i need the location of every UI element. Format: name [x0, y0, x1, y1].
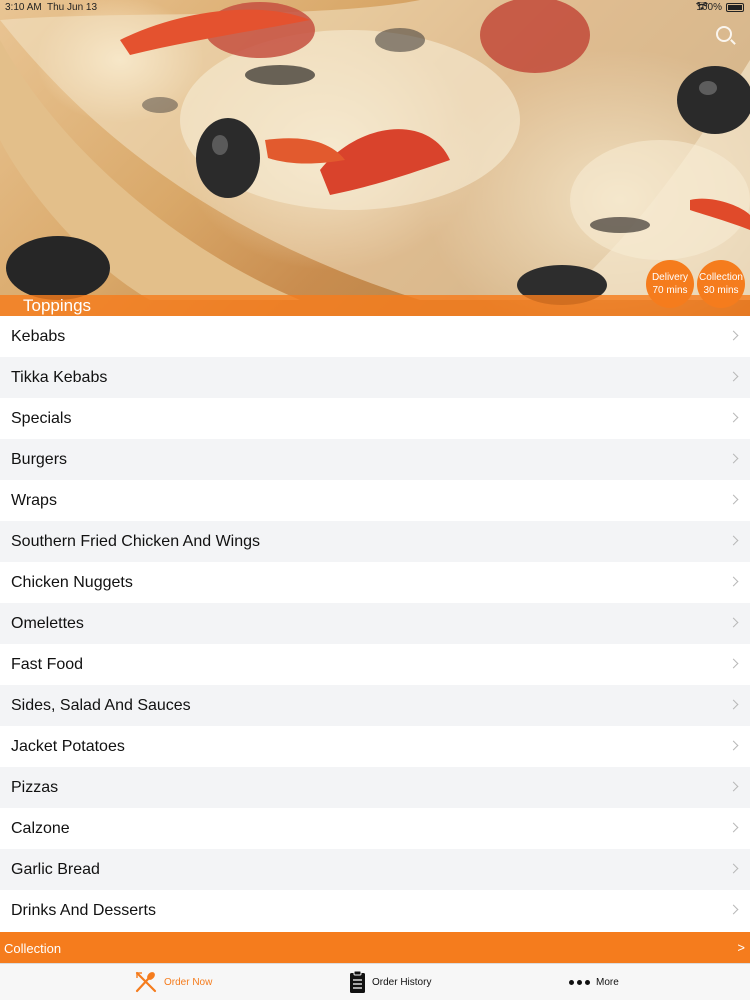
menu-item-tikka-kebabs[interactable]: Tikka Kebabs: [0, 357, 750, 398]
menu-item-omelettes[interactable]: Omelettes: [0, 603, 750, 644]
section-title: Toppings: [23, 296, 92, 315]
chevron-right-icon: [728, 453, 739, 464]
menu-item-label: Garlic Bread: [11, 860, 100, 878]
pizza-image: [0, 0, 750, 305]
battery-icon: [726, 3, 744, 12]
tab-more[interactable]: More: [569, 964, 619, 1000]
menu-item-label: Tikka Kebabs: [11, 368, 108, 386]
menu-item-label: Jacket Potatoes: [11, 737, 125, 755]
tab-bar: Order Now Order History More: [0, 963, 750, 1000]
wifi-icon: [696, 2, 709, 10]
chevron-right-icon: >: [737, 940, 745, 955]
menu-item-calzone[interactable]: Calzone: [0, 808, 750, 849]
clipboard-icon: [350, 970, 365, 993]
menu-item-label: Burgers: [11, 450, 68, 468]
menu-item-label: Calzone: [11, 819, 70, 837]
tab-label: Order Now: [164, 976, 213, 988]
menu-item-pizzas[interactable]: Pizzas: [0, 767, 750, 808]
chevron-right-icon: [728, 617, 739, 628]
menu-item-label: Pizzas: [11, 778, 59, 796]
menu-item-label: Kebabs: [11, 327, 66, 345]
chevron-right-icon: [728, 863, 739, 874]
menu-item-fast-food[interactable]: Fast Food: [0, 644, 750, 685]
menu-item-label: Drinks And Desserts: [11, 901, 156, 919]
chevron-right-icon: [728, 904, 739, 915]
menu-item-label: Specials: [11, 409, 72, 427]
menu-item-specials[interactable]: Specials: [0, 398, 750, 439]
hero-banner: 3:10 AM Thu Jun 13 100% Delivery 70 mins…: [0, 0, 750, 316]
menu-item-label: Chicken Nuggets: [11, 573, 133, 591]
menu-item-label: Omelettes: [11, 614, 84, 632]
menu-item-label: Sides, Salad And Sauces: [11, 696, 191, 714]
status-indicators: 100%: [696, 2, 744, 13]
menu-item-kebabs[interactable]: Kebabs: [0, 316, 750, 357]
collection-bar-label: Collection: [4, 941, 62, 956]
chevron-right-icon: [728, 781, 739, 792]
menu-item-jacket-potatoes[interactable]: Jacket Potatoes: [0, 726, 750, 767]
status-bar: 3:10 AM Thu Jun 13 100%: [0, 0, 750, 16]
tab-order-now[interactable]: Order Now: [134, 964, 212, 1000]
chevron-right-icon: [728, 740, 739, 751]
chevron-right-icon: [728, 658, 739, 669]
menu-item-chicken-nuggets[interactable]: Chicken Nuggets: [0, 562, 750, 603]
chevron-right-icon: [728, 699, 739, 710]
menu-item-burgers[interactable]: Burgers: [0, 439, 750, 480]
status-time: 3:10 AM: [5, 2, 42, 13]
chevron-right-icon: [728, 494, 739, 505]
menu-item-label: Fast Food: [11, 655, 84, 673]
tab-order-history[interactable]: Order History: [349, 964, 431, 1000]
menu-item-label: Wraps: [11, 491, 57, 509]
collection-bar[interactable]: Collection >: [0, 932, 750, 963]
menu-item-garlic-bread[interactable]: Garlic Bread: [0, 849, 750, 890]
status-date: Thu Jun 13: [47, 2, 98, 13]
chevron-right-icon: [728, 535, 739, 546]
chevron-right-icon: [728, 412, 739, 423]
collection-badge-label: Collection: [699, 272, 743, 283]
chevron-right-icon: [728, 330, 739, 341]
delivery-label: Delivery: [651, 272, 689, 283]
fork-spoon-icon: [135, 971, 157, 993]
tab-label: Order History: [372, 976, 432, 988]
menu-item-wraps[interactable]: Wraps: [0, 480, 750, 521]
menu-item-southern-fried-chicken[interactable]: Southern Fried Chicken And Wings: [0, 521, 750, 562]
menu-item-label: Southern Fried Chicken And Wings: [11, 532, 261, 550]
chevron-right-icon: [728, 576, 739, 587]
search-icon[interactable]: [716, 26, 732, 42]
chevron-right-icon: [728, 822, 739, 833]
section-header: Toppings: [0, 295, 750, 316]
chevron-right-icon: [728, 371, 739, 382]
tab-label: More: [596, 976, 619, 988]
menu-category-list: Kebabs Tikka Kebabs Specials Burgers Wra…: [0, 316, 750, 931]
menu-item-sides-salad-sauces[interactable]: Sides, Salad And Sauces: [0, 685, 750, 726]
menu-item-drinks-desserts[interactable]: Drinks And Desserts: [0, 890, 750, 931]
more-dots-icon: [569, 979, 590, 985]
